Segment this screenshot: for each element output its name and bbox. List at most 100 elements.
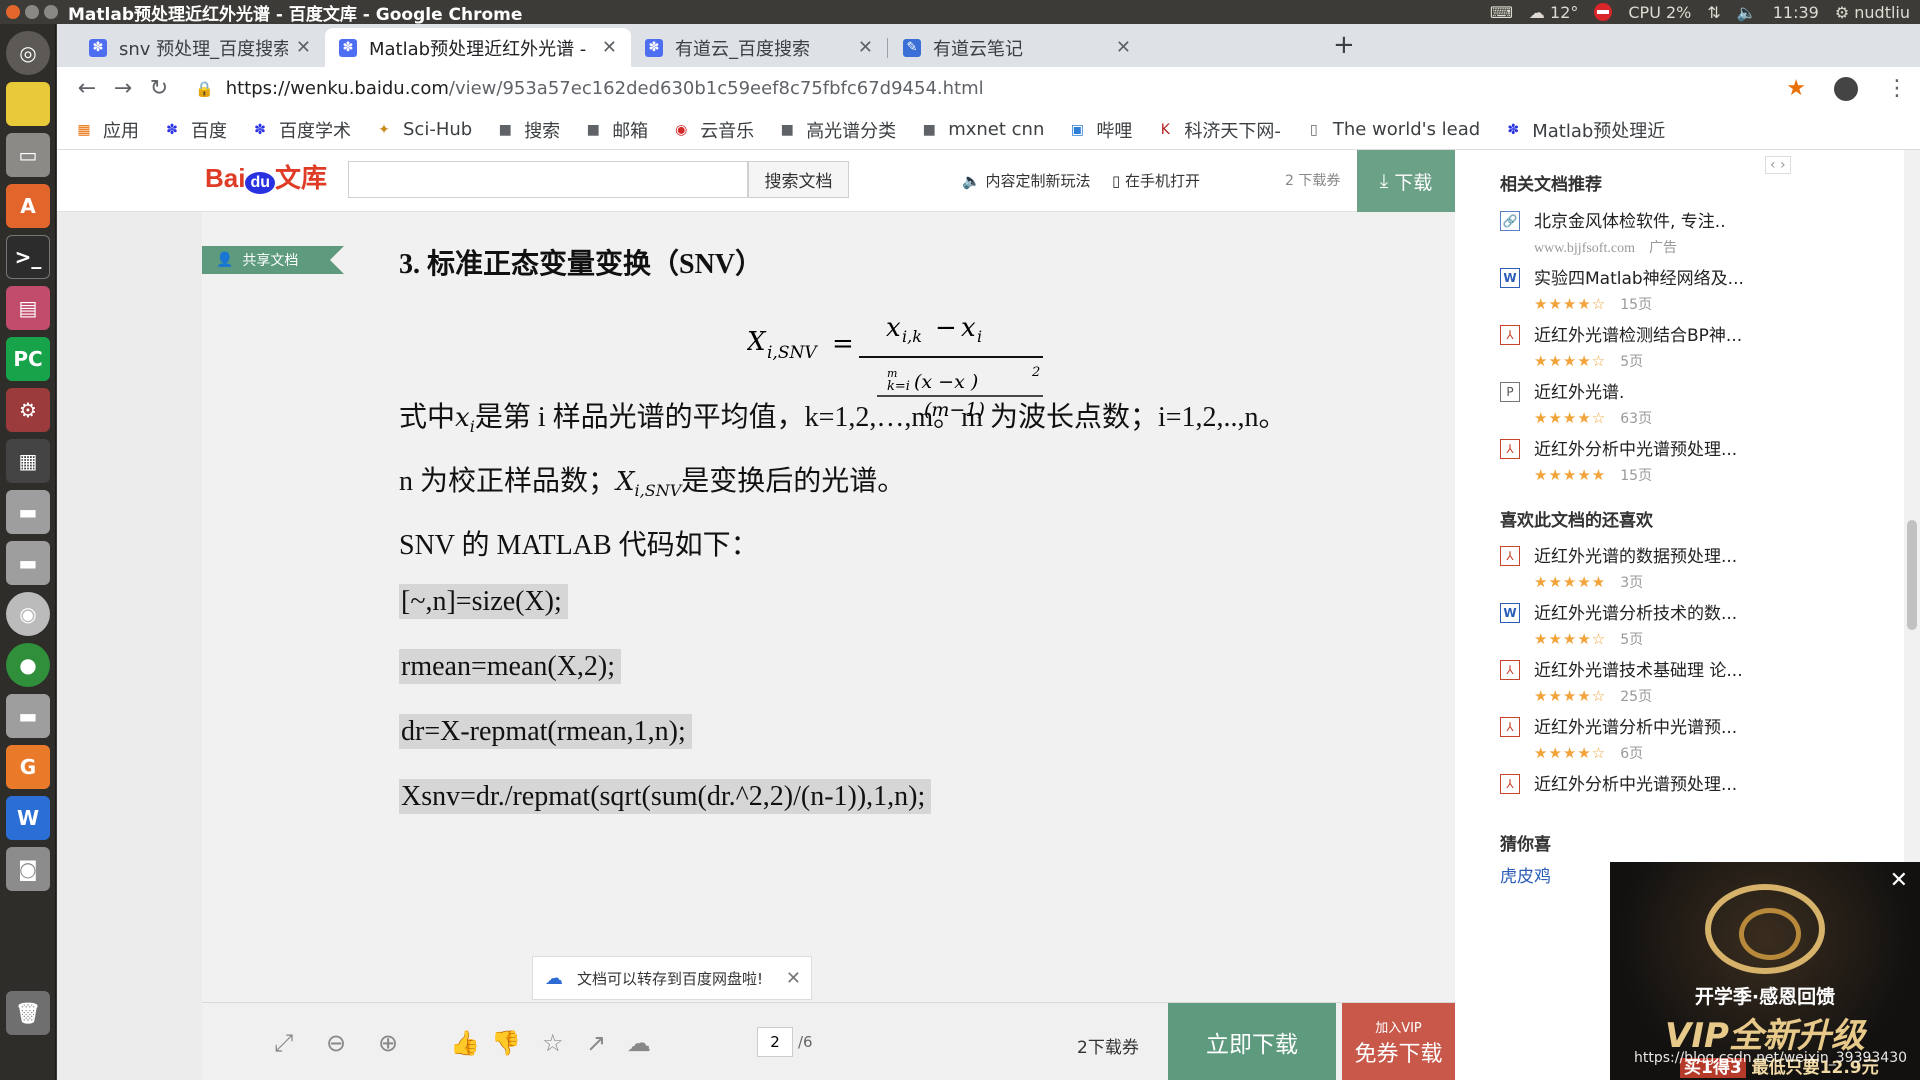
window-controls[interactable] — [0, 5, 68, 19]
list-item[interactable]: P 近红外光谱. ★★★★☆ 63页 — [1500, 378, 1780, 427]
list-item[interactable]: W 近红外光谱分析技术的数... ★★★★☆ 5页 — [1500, 599, 1780, 648]
close-icon[interactable]: ✕ — [602, 37, 617, 58]
camera-icon[interactable]: ◙ — [6, 847, 50, 891]
list-item[interactable]: ⅄ 近红外光谱的数据预处理... ★★★★★ 3页 — [1500, 542, 1780, 591]
new-tab-button[interactable]: + — [1333, 30, 1355, 60]
bookmark-bilibili[interactable]: ▣ 哔哩 — [1068, 117, 1133, 143]
bookmark-scihub[interactable]: ✦ Sci-Hub — [375, 119, 472, 140]
drive2-icon[interactable]: ▬ — [6, 541, 50, 585]
thumbs-up-icon[interactable]: 👍 — [450, 1029, 480, 1057]
cpu-indicator[interactable]: CPU 2% — [1628, 3, 1691, 22]
list-item[interactable]: ⅄ 近红外分析中光谱预处理... ★★★★★ 15页 — [1500, 435, 1780, 484]
item-title: 近红外光谱分析技术的数... — [1534, 604, 1738, 624]
vip-free-download-button[interactable]: 加入VIP 免券下载 — [1342, 1003, 1455, 1080]
software-center-icon[interactable]: A — [6, 184, 50, 228]
document-page: 👤 共享文档 3. 标准正态变量变换（SNV） X i,SNV = x i,k … — [202, 212, 1455, 1002]
browser-window-icon[interactable]: ▤ — [6, 286, 50, 330]
close-icon[interactable]: ✕ — [296, 37, 311, 58]
drive3-icon[interactable]: ▬ — [6, 694, 50, 738]
disc-icon[interactable]: ◉ — [6, 592, 50, 636]
close-icon[interactable]: ✕ — [786, 968, 801, 989]
close-icon[interactable]: ✕ — [1890, 868, 1908, 893]
page-number-input[interactable]: 2 — [757, 1027, 793, 1057]
zoom-out-icon[interactable]: ⊖ — [326, 1029, 346, 1057]
volume-icon[interactable]: 🔈 — [1737, 3, 1757, 22]
forward-icon[interactable]: → — [105, 76, 141, 101]
settings-icon[interactable]: ⚙ — [6, 388, 50, 432]
notes-icon[interactable] — [6, 82, 50, 126]
terminal-icon[interactable]: >_ — [6, 235, 50, 279]
address-bar[interactable]: https://wenku.baidu.com/view/953a57ec162… — [226, 78, 984, 99]
page-count: 3页 — [1620, 575, 1644, 591]
bookmark-baidu-scholar[interactable]: ✽ 百度学术 — [251, 117, 351, 143]
weather-indicator[interactable]: ☁ 12° — [1529, 3, 1578, 22]
window-maximize-button[interactable] — [44, 5, 58, 19]
bookmark-baidu[interactable]: ✽ 百度 — [163, 117, 227, 143]
user-menu[interactable]: ⚙ nudtliu — [1835, 3, 1910, 22]
baidu-paw-icon: ✽ — [1507, 121, 1520, 138]
zoom-in-icon[interactable]: ⊕ — [378, 1029, 398, 1057]
tab-matlab-doc[interactable]: ✽ Matlab预处理近红外光谱 - ✕ — [325, 28, 631, 67]
netdisk-save-icon[interactable]: ☁ — [627, 1029, 651, 1057]
apps-grid-icon: ▦ — [77, 121, 91, 138]
list-item[interactable]: 🔗 北京金风体检软件, 专注.. www.bjjfsoft.com 广告 — [1500, 207, 1780, 256]
page-viewport: Bai du 文库 搜索文档 🔈 内容定制新玩法 ▯ 在手机打开 2 下载券 ⤓ 下… — [57, 150, 1920, 1080]
drive-icon[interactable]: ▬ — [6, 490, 50, 534]
list-item[interactable]: ⅄ 近红外光谱分析中光谱预... ★★★★☆ 6页 — [1500, 713, 1780, 762]
list-item[interactable]: W 实验四Matlab神经网络及... ★★★★☆ 15页 — [1500, 264, 1780, 313]
share-icon[interactable]: ↗ — [586, 1029, 606, 1057]
vip-upgrade-ad[interactable]: ✕ 开学季·感恩回馈 VIP全新升级 买1得3 最低只要12.9元 — [1610, 862, 1920, 1080]
window-minimize-button[interactable] — [25, 5, 39, 19]
close-icon[interactable]: ✕ — [858, 37, 873, 58]
files-icon[interactable]: ▭ — [6, 133, 50, 177]
pager-arrows[interactable]: ‹ › — [1765, 156, 1791, 174]
fullscreen-icon[interactable]: ⤢ — [274, 1029, 293, 1057]
bookmark-star-icon[interactable]: ★ — [1786, 76, 1806, 101]
bookmark-folder-mxnet[interactable]: ■ mxnet cnn — [920, 119, 1045, 140]
back-icon[interactable]: ← — [69, 76, 105, 101]
pdf-icon[interactable]: G — [6, 745, 50, 789]
network-icon[interactable]: ⇅ — [1707, 3, 1720, 22]
bookmark-folder-search[interactable]: ■ 搜索 — [496, 117, 561, 143]
bookmark-worlds-lead[interactable]: ▯ The world's lead — [1305, 119, 1480, 140]
temperature: 12° — [1550, 2, 1579, 22]
bookmark-kejitianxia[interactable]: K 科济天下网- — [1156, 117, 1281, 143]
window-close-button[interactable] — [6, 5, 20, 19]
profile-avatar[interactable] — [1834, 76, 1858, 101]
ubuntu-dash-icon[interactable]: ◎ — [6, 31, 50, 75]
page-total: /6 — [798, 1033, 813, 1051]
bookmark-folder-mail[interactable]: ■ 邮箱 — [584, 117, 649, 143]
tab-youdao-note[interactable]: ✎ 有道云笔记 ✕ — [889, 28, 1145, 67]
custom-content-link[interactable]: 🔈 内容定制新玩法 — [962, 170, 1090, 191]
keyboard-icon[interactable]: ⌨ — [1490, 3, 1513, 22]
bookmark-cloud-music[interactable]: ◉ 云音乐 — [672, 117, 754, 143]
thumbs-down-icon[interactable]: 👎 — [491, 1029, 521, 1057]
favorite-star-icon[interactable]: ☆ — [542, 1029, 564, 1057]
list-item[interactable]: ⅄ 近红外分析中光谱预处理... — [1500, 770, 1780, 800]
reload-icon[interactable]: ↻ — [141, 76, 177, 101]
header-download-button[interactable]: ⤓ 下载 — [1357, 150, 1455, 212]
tab-snv-search[interactable]: ✽ snv 预处理_百度搜索 ✕ — [75, 28, 325, 67]
lock-icon[interactable]: 🔒 — [195, 80, 214, 98]
trash-icon[interactable]: 🗑 — [6, 991, 50, 1035]
download-now-button[interactable]: 立即下载 — [1168, 1003, 1336, 1080]
open-on-mobile-link[interactable]: ▯ 在手机打开 — [1112, 170, 1200, 191]
list-item[interactable]: ⅄ 近红外光谱技术基础理 论... ★★★★☆ 25页 — [1500, 656, 1780, 705]
clock[interactable]: 11:39 — [1773, 3, 1819, 22]
bookmark-folder-hyperspectral[interactable]: ■ 高光谱分类 — [778, 117, 897, 143]
workspace-icon[interactable]: ▦ — [6, 439, 50, 483]
search-docs-button[interactable]: 搜索文档 — [748, 161, 849, 198]
scrollbar-thumb[interactable] — [1907, 520, 1917, 630]
close-icon[interactable]: ✕ — [1116, 37, 1131, 58]
no-entry-icon[interactable] — [1594, 3, 1613, 21]
tab-youdao-search[interactable]: ✽ 有道云_百度搜索 ✕ — [631, 28, 887, 67]
list-item[interactable]: ⅄ 近红外光谱检测结合BP神... ★★★★☆ 5页 — [1500, 321, 1780, 370]
pycharm-icon[interactable]: PC — [6, 337, 50, 381]
chrome-icon[interactable]: ● — [6, 643, 50, 687]
bookmark-apps[interactable]: ▦ 应用 — [75, 117, 139, 143]
baidu-wenku-logo[interactable]: Bai du 文库 — [205, 158, 327, 195]
doc-search-input[interactable] — [348, 161, 748, 198]
wps-icon[interactable]: W — [6, 796, 50, 840]
bookmark-matlab[interactable]: ✽ Matlab预处理近 — [1504, 117, 1665, 143]
menu-dots-icon[interactable]: ⋮ — [1886, 76, 1908, 101]
